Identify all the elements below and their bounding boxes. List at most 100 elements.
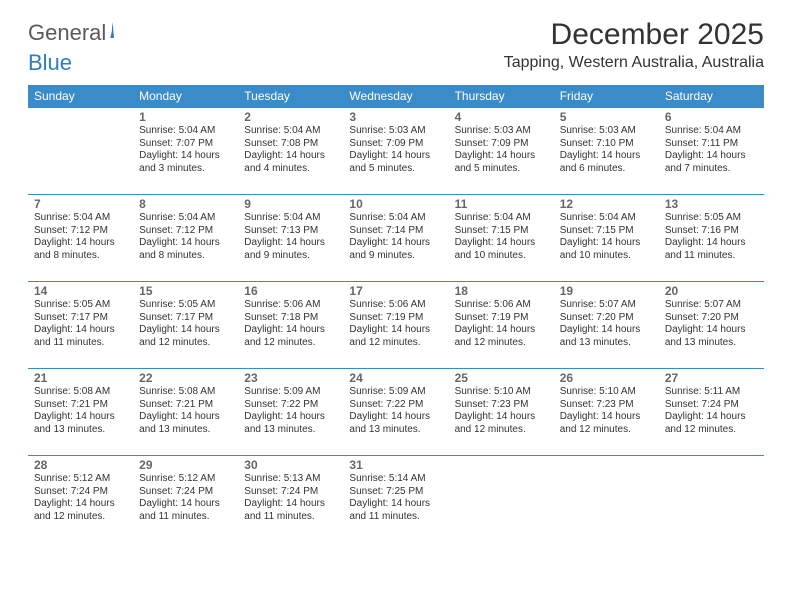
day-info: Sunrise: 5:14 AMSunset: 7:25 PMDaylight:…	[349, 473, 442, 523]
day-info: Sunrise: 5:05 AMSunset: 7:17 PMDaylight:…	[34, 299, 127, 349]
day-number: 11	[455, 197, 548, 211]
weekday-header: Wednesday	[343, 85, 448, 108]
day-info: Sunrise: 5:06 AMSunset: 7:19 PMDaylight:…	[455, 299, 548, 349]
day-number: 7	[34, 197, 127, 211]
month-title: December 2025	[504, 18, 764, 52]
day-number: 18	[455, 284, 548, 298]
calendar-body: 1Sunrise: 5:04 AMSunset: 7:07 PMDaylight…	[28, 108, 764, 543]
brand-logo: General	[28, 18, 134, 44]
weekday-header: Thursday	[449, 85, 554, 108]
calendar-table: SundayMondayTuesdayWednesdayThursdayFrid…	[28, 85, 764, 542]
day-number: 31	[349, 458, 442, 472]
calendar-week-row: 1Sunrise: 5:04 AMSunset: 7:07 PMDaylight…	[28, 108, 764, 195]
day-number: 23	[244, 371, 337, 385]
day-number: 15	[139, 284, 232, 298]
calendar-cell: 19Sunrise: 5:07 AMSunset: 7:20 PMDayligh…	[554, 282, 659, 369]
weekday-header: Friday	[554, 85, 659, 108]
day-info: Sunrise: 5:12 AMSunset: 7:24 PMDaylight:…	[34, 473, 127, 523]
day-number: 2	[244, 110, 337, 124]
calendar-cell: 28Sunrise: 5:12 AMSunset: 7:24 PMDayligh…	[28, 456, 133, 543]
day-info: Sunrise: 5:09 AMSunset: 7:22 PMDaylight:…	[244, 386, 337, 436]
day-number: 3	[349, 110, 442, 124]
day-number: 5	[560, 110, 653, 124]
day-info: Sunrise: 5:03 AMSunset: 7:09 PMDaylight:…	[349, 125, 442, 175]
day-number: 30	[244, 458, 337, 472]
calendar-cell: 3Sunrise: 5:03 AMSunset: 7:09 PMDaylight…	[343, 108, 448, 195]
day-number: 8	[139, 197, 232, 211]
day-number: 1	[139, 110, 232, 124]
calendar-cell: 22Sunrise: 5:08 AMSunset: 7:21 PMDayligh…	[133, 369, 238, 456]
calendar-cell: 31Sunrise: 5:14 AMSunset: 7:25 PMDayligh…	[343, 456, 448, 543]
calendar-cell: 14Sunrise: 5:05 AMSunset: 7:17 PMDayligh…	[28, 282, 133, 369]
day-info: Sunrise: 5:12 AMSunset: 7:24 PMDaylight:…	[139, 473, 232, 523]
day-info: Sunrise: 5:04 AMSunset: 7:12 PMDaylight:…	[139, 212, 232, 262]
weekday-header: Saturday	[659, 85, 764, 108]
day-info: Sunrise: 5:03 AMSunset: 7:10 PMDaylight:…	[560, 125, 653, 175]
day-number: 24	[349, 371, 442, 385]
day-number: 13	[665, 197, 758, 211]
day-number: 19	[560, 284, 653, 298]
day-info: Sunrise: 5:04 AMSunset: 7:12 PMDaylight:…	[34, 212, 127, 262]
calendar-cell: 12Sunrise: 5:04 AMSunset: 7:15 PMDayligh…	[554, 195, 659, 282]
day-info: Sunrise: 5:04 AMSunset: 7:08 PMDaylight:…	[244, 125, 337, 175]
calendar-cell: 11Sunrise: 5:04 AMSunset: 7:15 PMDayligh…	[449, 195, 554, 282]
calendar-week-row: 7Sunrise: 5:04 AMSunset: 7:12 PMDaylight…	[28, 195, 764, 282]
day-number: 6	[665, 110, 758, 124]
day-info: Sunrise: 5:09 AMSunset: 7:22 PMDaylight:…	[349, 386, 442, 436]
calendar-cell: 5Sunrise: 5:03 AMSunset: 7:10 PMDaylight…	[554, 108, 659, 195]
calendar-cell: 16Sunrise: 5:06 AMSunset: 7:18 PMDayligh…	[238, 282, 343, 369]
calendar-week-row: 28Sunrise: 5:12 AMSunset: 7:24 PMDayligh…	[28, 456, 764, 543]
day-number: 21	[34, 371, 127, 385]
calendar-week-row: 14Sunrise: 5:05 AMSunset: 7:17 PMDayligh…	[28, 282, 764, 369]
day-number: 28	[34, 458, 127, 472]
day-number: 10	[349, 197, 442, 211]
calendar-cell: 15Sunrise: 5:05 AMSunset: 7:17 PMDayligh…	[133, 282, 238, 369]
calendar-cell: 1Sunrise: 5:04 AMSunset: 7:07 PMDaylight…	[133, 108, 238, 195]
day-info: Sunrise: 5:05 AMSunset: 7:17 PMDaylight:…	[139, 299, 232, 349]
calendar-cell: 13Sunrise: 5:05 AMSunset: 7:16 PMDayligh…	[659, 195, 764, 282]
calendar-cell: 29Sunrise: 5:12 AMSunset: 7:24 PMDayligh…	[133, 456, 238, 543]
calendar-week-row: 21Sunrise: 5:08 AMSunset: 7:21 PMDayligh…	[28, 369, 764, 456]
sail-icon	[110, 22, 114, 38]
calendar-cell: 20Sunrise: 5:07 AMSunset: 7:20 PMDayligh…	[659, 282, 764, 369]
calendar-cell: 17Sunrise: 5:06 AMSunset: 7:19 PMDayligh…	[343, 282, 448, 369]
day-number: 25	[455, 371, 548, 385]
day-info: Sunrise: 5:08 AMSunset: 7:21 PMDaylight:…	[139, 386, 232, 436]
day-info: Sunrise: 5:04 AMSunset: 7:15 PMDaylight:…	[560, 212, 653, 262]
day-number: 14	[34, 284, 127, 298]
day-info: Sunrise: 5:07 AMSunset: 7:20 PMDaylight:…	[665, 299, 758, 349]
day-number: 4	[455, 110, 548, 124]
day-info: Sunrise: 5:06 AMSunset: 7:19 PMDaylight:…	[349, 299, 442, 349]
calendar-cell: 23Sunrise: 5:09 AMSunset: 7:22 PMDayligh…	[238, 369, 343, 456]
calendar-cell	[449, 456, 554, 543]
day-info: Sunrise: 5:04 AMSunset: 7:15 PMDaylight:…	[455, 212, 548, 262]
day-info: Sunrise: 5:06 AMSunset: 7:18 PMDaylight:…	[244, 299, 337, 349]
calendar-cell: 10Sunrise: 5:04 AMSunset: 7:14 PMDayligh…	[343, 195, 448, 282]
day-number: 29	[139, 458, 232, 472]
calendar-cell: 26Sunrise: 5:10 AMSunset: 7:23 PMDayligh…	[554, 369, 659, 456]
day-number: 20	[665, 284, 758, 298]
calendar-cell: 2Sunrise: 5:04 AMSunset: 7:08 PMDaylight…	[238, 108, 343, 195]
day-info: Sunrise: 5:04 AMSunset: 7:14 PMDaylight:…	[349, 212, 442, 262]
calendar-cell: 8Sunrise: 5:04 AMSunset: 7:12 PMDaylight…	[133, 195, 238, 282]
day-info: Sunrise: 5:04 AMSunset: 7:13 PMDaylight:…	[244, 212, 337, 262]
calendar-cell: 27Sunrise: 5:11 AMSunset: 7:24 PMDayligh…	[659, 369, 764, 456]
day-info: Sunrise: 5:10 AMSunset: 7:23 PMDaylight:…	[560, 386, 653, 436]
day-info: Sunrise: 5:08 AMSunset: 7:21 PMDaylight:…	[34, 386, 127, 436]
calendar-cell: 7Sunrise: 5:04 AMSunset: 7:12 PMDaylight…	[28, 195, 133, 282]
day-info: Sunrise: 5:04 AMSunset: 7:07 PMDaylight:…	[139, 125, 232, 175]
calendar-cell: 30Sunrise: 5:13 AMSunset: 7:24 PMDayligh…	[238, 456, 343, 543]
day-number: 26	[560, 371, 653, 385]
weekday-header-row: SundayMondayTuesdayWednesdayThursdayFrid…	[28, 85, 764, 108]
day-info: Sunrise: 5:11 AMSunset: 7:24 PMDaylight:…	[665, 386, 758, 436]
brand-part2: Blue	[28, 50, 72, 75]
calendar-cell: 4Sunrise: 5:03 AMSunset: 7:09 PMDaylight…	[449, 108, 554, 195]
day-number: 9	[244, 197, 337, 211]
calendar-cell	[659, 456, 764, 543]
day-number: 22	[139, 371, 232, 385]
day-info: Sunrise: 5:10 AMSunset: 7:23 PMDaylight:…	[455, 386, 548, 436]
day-number: 17	[349, 284, 442, 298]
day-info: Sunrise: 5:07 AMSunset: 7:20 PMDaylight:…	[560, 299, 653, 349]
brand-part1: General	[28, 22, 106, 44]
calendar-cell: 25Sunrise: 5:10 AMSunset: 7:23 PMDayligh…	[449, 369, 554, 456]
